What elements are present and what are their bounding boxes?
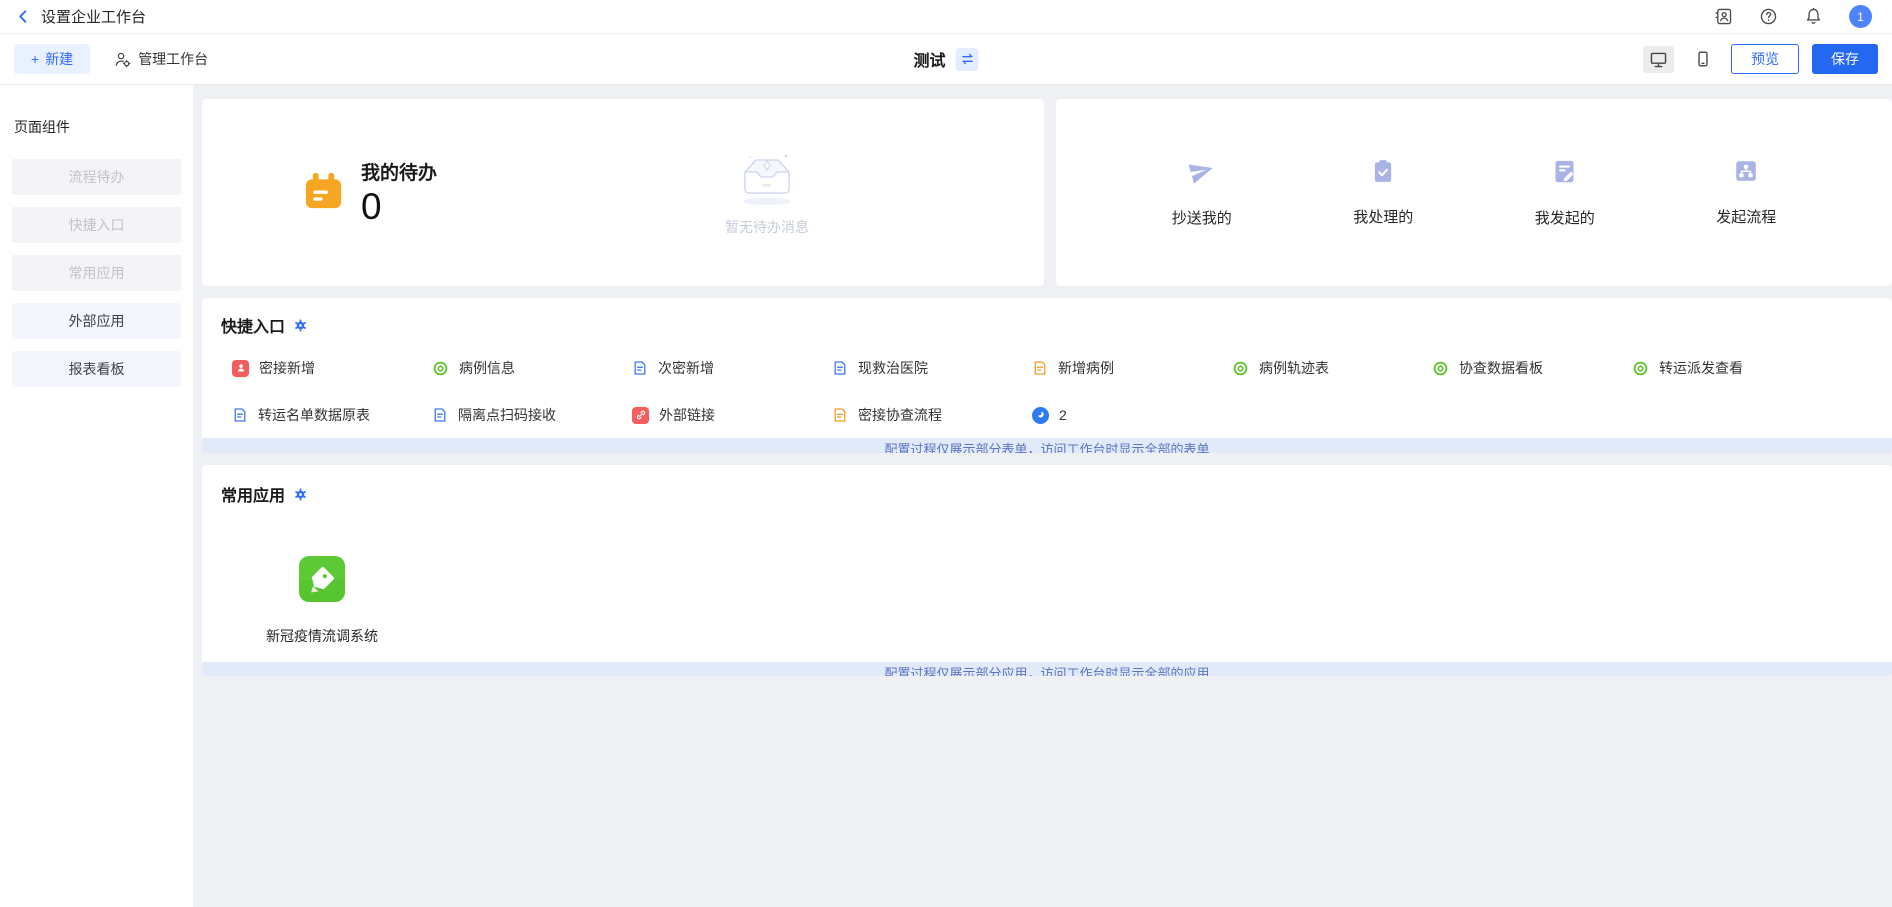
shortcut-assist-data-board[interactable]: 协查数据看板 xyxy=(1432,358,1632,378)
mobile-view-button[interactable] xyxy=(1687,46,1718,73)
my-todo-card: 我的待办 0 暂 xyxy=(202,99,1044,286)
help-icon[interactable] xyxy=(1759,7,1778,26)
common-apps-settings-button[interactable] xyxy=(294,488,307,501)
common-apps-note: 配置过程仅展示部分应用，访问工作台时显示全部的应用 xyxy=(202,662,1892,676)
quick-entry-card: 快捷入口 密接新增 xyxy=(202,298,1892,453)
blue-doc-icon xyxy=(632,360,648,376)
blue-count-icon xyxy=(1032,407,1049,424)
sidebar-item-quick-entry: 快捷入口 xyxy=(12,207,181,243)
green-target-icon xyxy=(1232,360,1249,377)
topbar: 设置企业工作台 xyxy=(0,0,1892,34)
desktop-icon xyxy=(1649,50,1668,69)
components-sidebar: 页面组件 流程待办 快捷入口 常用应用 外部应用 报表看板 xyxy=(0,85,193,907)
manage-workbench-button[interactable]: 管理工作台 xyxy=(114,49,208,69)
workspace-editor: 设置企业工作台 xyxy=(0,0,1892,907)
blue-doc-icon xyxy=(432,407,448,423)
shortcut-case-track-table[interactable]: 病例轨迹表 xyxy=(1232,358,1432,378)
new-button[interactable]: + 新建 xyxy=(14,44,90,74)
shortcut-case-info[interactable]: 病例信息 xyxy=(432,358,632,378)
preview-button[interactable]: 预览 xyxy=(1731,44,1799,74)
contacts-icon[interactable] xyxy=(1714,7,1733,26)
send-icon xyxy=(1188,157,1216,185)
app-covid-survey-system[interactable]: 新冠疫情流调系统 xyxy=(240,556,404,646)
swap-icon xyxy=(959,51,975,67)
sidebar-title: 页面组件 xyxy=(12,117,181,137)
shortcut-grid: 密接新增 病例信息 次密新增 现救治医院 xyxy=(202,358,1892,425)
gear-icon xyxy=(294,319,307,332)
shortcut-transfer-list-raw-table[interactable]: 转运名单数据原表 xyxy=(232,405,432,425)
doc-edit-icon xyxy=(1551,158,1578,185)
shortcut-close-contact-assist-flow[interactable]: 密接协查流程 xyxy=(832,405,1032,425)
tag-app-icon xyxy=(299,556,345,602)
shortcut-external-link[interactable]: 外部链接 xyxy=(632,405,832,425)
briefcase-icon xyxy=(302,172,345,213)
desktop-view-button[interactable] xyxy=(1643,46,1674,73)
green-target-icon xyxy=(1632,360,1649,377)
shortcut-secondary-contact-add[interactable]: 次密新增 xyxy=(632,358,832,378)
todo-title: 我的待办 xyxy=(361,158,437,185)
red-link-icon xyxy=(632,407,649,424)
action-cc-to-me[interactable]: 抄送我的 xyxy=(1172,157,1232,228)
bell-icon[interactable] xyxy=(1804,7,1823,26)
sidebar-item-external-apps[interactable]: 外部应用 xyxy=(12,303,181,339)
shortcut-more-count[interactable]: 2 xyxy=(1032,405,1232,425)
back-icon xyxy=(16,9,31,24)
gear-icon xyxy=(294,488,307,501)
quick-entry-settings-button[interactable] xyxy=(294,319,307,332)
shortcut-new-case[interactable]: 新增病例 xyxy=(1032,358,1232,378)
sidebar-item-report-board[interactable]: 报表看板 xyxy=(12,351,181,387)
blue-doc-icon xyxy=(832,360,848,376)
todo-count: 0 xyxy=(361,187,437,228)
toolbar: + 新建 管理工作台 测试 xyxy=(0,34,1892,85)
orange-doc-icon xyxy=(1032,360,1048,376)
empty-inbox-illustration xyxy=(728,148,806,208)
clipboard-check-icon xyxy=(1370,158,1396,184)
red-person-icon xyxy=(232,360,249,377)
avatar[interactable]: 1 xyxy=(1849,5,1872,28)
quick-entry-note: 配置过程仅展示部分表单，访问工作台时显示全部的表单 xyxy=(202,438,1892,453)
flow-icon xyxy=(1733,158,1759,184)
green-target-icon xyxy=(432,360,449,377)
common-apps-card: 常用应用 xyxy=(202,465,1892,676)
action-initiated-by-me[interactable]: 我发起的 xyxy=(1535,158,1595,228)
common-apps-title: 常用应用 xyxy=(221,482,285,506)
mobile-icon xyxy=(1694,50,1712,68)
shortcut-isolation-scan-receive[interactable]: 隔离点扫码接收 xyxy=(432,405,632,425)
action-handled-by-me[interactable]: 我处理的 xyxy=(1353,158,1413,227)
quick-entry-title: 快捷入口 xyxy=(221,313,285,337)
user-gear-icon xyxy=(114,51,131,68)
workspace-canvas: 我的待办 0 暂 xyxy=(193,85,1892,907)
empty-message: 暂无待办消息 xyxy=(725,217,809,237)
shortcut-treating-hospital[interactable]: 现救治医院 xyxy=(832,358,1032,378)
plus-icon: + xyxy=(31,51,39,67)
orange-doc-icon xyxy=(832,407,848,423)
shortcut-close-contact-add[interactable]: 密接新增 xyxy=(232,358,432,378)
green-target-icon xyxy=(1432,360,1449,377)
action-start-process[interactable]: 发起流程 xyxy=(1716,158,1776,227)
save-button[interactable]: 保存 xyxy=(1812,44,1878,74)
blue-doc-icon xyxy=(232,407,248,423)
sidebar-item-common-apps: 常用应用 xyxy=(12,255,181,291)
shortcut-transfer-dispatch-view[interactable]: 转运派发查看 xyxy=(1632,358,1832,378)
page-title: 设置企业工作台 xyxy=(41,6,146,27)
switch-workspace-button[interactable] xyxy=(956,48,979,71)
workspace-name: 测试 xyxy=(913,47,945,71)
sidebar-item-process-todo: 流程待办 xyxy=(12,159,181,195)
process-actions-card: 抄送我的 我处理的 xyxy=(1056,99,1892,286)
back-button[interactable] xyxy=(16,9,31,24)
